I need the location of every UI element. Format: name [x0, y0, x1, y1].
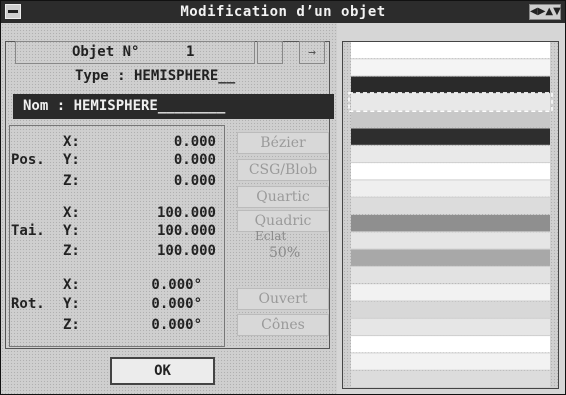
previous-object-button[interactable] [257, 41, 283, 64]
quartic-button[interactable]: Quartic [237, 186, 329, 208]
ok-button[interactable]: OK [110, 357, 215, 385]
size-x-label: X: [63, 205, 80, 221]
rot-x-label: X: [63, 277, 80, 293]
preview-stripe [351, 42, 550, 59]
preview-stripes [348, 42, 553, 387]
dialog-window: Modification d’un objet ◀▶▲▼ Objet N° 1 … [0, 0, 566, 395]
preview-stripe [351, 353, 550, 370]
eclat-label: Eclat [255, 229, 287, 243]
pos-y-label: Y: [63, 152, 80, 168]
size-label: Tai. [11, 223, 45, 239]
size-z-value[interactable]: 100.000 [157, 243, 216, 259]
preview-stripe [351, 180, 550, 197]
size-y-value[interactable]: 100.000 [157, 223, 216, 239]
preview-stripe [351, 145, 550, 163]
ouvert-button[interactable]: Ouvert [237, 288, 329, 310]
rot-y-label: Y: [63, 296, 80, 312]
preview-stripe [351, 163, 550, 180]
preview-stripe [351, 336, 550, 353]
pos-x-value[interactable]: 0.000 [174, 134, 216, 150]
preview-panel [342, 41, 559, 389]
preview-stripe [351, 284, 550, 301]
pos-z-label: Z: [63, 173, 80, 189]
size-y-label: Y: [63, 223, 80, 239]
preview-stripe [351, 111, 550, 128]
csg-blob-button[interactable]: CSG/Blob [237, 159, 329, 181]
arrow-right-icon: → [308, 45, 316, 60]
preview-stripe [351, 301, 550, 318]
preview-stripe [351, 215, 550, 232]
size-z-label: Z: [63, 243, 80, 259]
preview-stripe [351, 76, 550, 93]
preview-stripe [351, 93, 550, 111]
cones-button[interactable]: Cônes [237, 314, 329, 336]
size-x-value[interactable]: 100.000 [157, 205, 216, 221]
preview-stripe [351, 249, 550, 266]
preview-stripe [351, 232, 550, 249]
bezier-button[interactable]: Bézier [237, 132, 329, 154]
rot-y-value[interactable]: 0.000° [151, 296, 202, 312]
preview-stripe [351, 128, 550, 145]
preview-stripe [351, 59, 550, 76]
rot-z-value[interactable]: 0.000° [151, 317, 202, 333]
rot-z-label: Z: [63, 317, 80, 333]
preview-stripe [351, 318, 550, 336]
object-number-bar: Objet N° 1 [15, 41, 255, 64]
object-number-label: Objet N° [72, 44, 140, 60]
object-name-field[interactable]: Nom : HEMISPHERE________ [13, 94, 334, 119]
system-menu-icon[interactable] [5, 4, 21, 19]
pos-x-label: X: [63, 134, 80, 150]
eclat-value: 50% [269, 245, 301, 261]
rot-label: Rot. [11, 296, 45, 312]
object-type: Type : HEMISPHERE__ [75, 68, 236, 84]
resize-arrows-icon[interactable]: ◀▶▲▼ [529, 4, 561, 20]
preview-stripe [351, 266, 550, 284]
pos-y-value[interactable]: 0.000 [174, 152, 216, 168]
preview-stripe [351, 370, 550, 387]
preview-stripe [351, 197, 550, 214]
rot-x-value[interactable]: 0.000° [151, 277, 202, 293]
title-bar[interactable]: Modification d’un objet ◀▶▲▼ [1, 1, 565, 23]
object-number-value: 1 [186, 44, 195, 60]
window-title: Modification d’un objet [180, 4, 386, 20]
pos-z-value[interactable]: 0.000 [174, 173, 216, 189]
next-object-button[interactable]: → [299, 41, 325, 64]
pos-label: Pos. [11, 152, 45, 168]
